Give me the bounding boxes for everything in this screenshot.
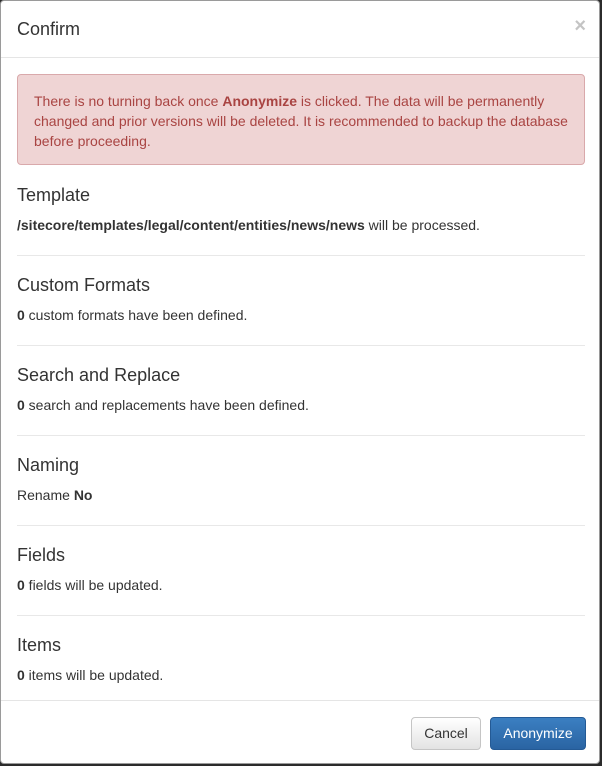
- search-replace-text: search and replacements have been define…: [24, 397, 309, 413]
- section-divider: [17, 435, 585, 436]
- search-replace-heading: Search and Replace: [17, 365, 181, 385]
- search-replace-count: 0: [17, 397, 25, 413]
- section-divider: [17, 255, 585, 256]
- naming-section: Naming Rename No: [17, 455, 585, 505]
- search-replace-section: Search and Replace 0 search and replacem…: [17, 365, 585, 415]
- section-divider: [17, 345, 585, 346]
- alert-text-prefix: There is no turning back once: [34, 93, 223, 109]
- cancel-button[interactable]: Cancel: [411, 717, 481, 750]
- items-section: Items 0 items will be updated.: [17, 635, 585, 685]
- search-replace-description: 0 search and replacements have been defi…: [17, 395, 585, 415]
- anonymize-button[interactable]: Anonymize: [490, 717, 586, 750]
- template-path: /sitecore/templates/legal/content/entiti…: [17, 217, 365, 233]
- naming-value: No: [73, 487, 93, 503]
- template-section: Template /sitecore/templates/legal/conte…: [17, 185, 585, 235]
- confirm-dialog: Confirm × There is no turning back once …: [0, 0, 600, 764]
- warning-alert: There is no turning back once Anonymize …: [17, 74, 585, 165]
- custom-formats-text: custom formats have been defined.: [24, 307, 248, 323]
- fields-text: fields will be updated.: [24, 577, 163, 593]
- items-heading: Items: [17, 635, 62, 655]
- fields-heading: Fields: [17, 545, 66, 565]
- dialog-footer: Cancel Anonymize: [1, 700, 599, 765]
- custom-formats-section: Custom Formats 0 custom formats have bee…: [17, 275, 585, 325]
- naming-description: Rename No: [17, 485, 585, 505]
- custom-formats-heading: Custom Formats: [17, 275, 151, 295]
- close-button[interactable]: ×: [574, 16, 586, 36]
- section-divider: [17, 525, 585, 526]
- alert-strong-text: Anonymize: [222, 93, 298, 109]
- custom-formats-count: 0: [17, 307, 25, 323]
- naming-text: Rename: [17, 487, 74, 503]
- fields-count: 0: [17, 577, 25, 593]
- fields-section: Fields 0 fields will be updated.: [17, 545, 585, 595]
- naming-heading: Naming: [17, 455, 80, 475]
- items-count: 0: [17, 667, 25, 683]
- close-icon: ×: [574, 15, 586, 37]
- items-description: 0 items will be updated.: [17, 665, 585, 685]
- dialog-header: Confirm ×: [1, 1, 599, 58]
- fields-description: 0 fields will be updated.: [17, 575, 585, 595]
- items-text: items will be updated.: [24, 667, 164, 683]
- section-divider: [17, 615, 585, 616]
- dialog-title: Confirm: [17, 19, 81, 39]
- template-description: /sitecore/templates/legal/content/entiti…: [17, 215, 585, 235]
- custom-formats-description: 0 custom formats have been defined.: [17, 305, 585, 325]
- template-heading: Template: [17, 185, 91, 205]
- template-description-text: will be processed.: [364, 217, 480, 233]
